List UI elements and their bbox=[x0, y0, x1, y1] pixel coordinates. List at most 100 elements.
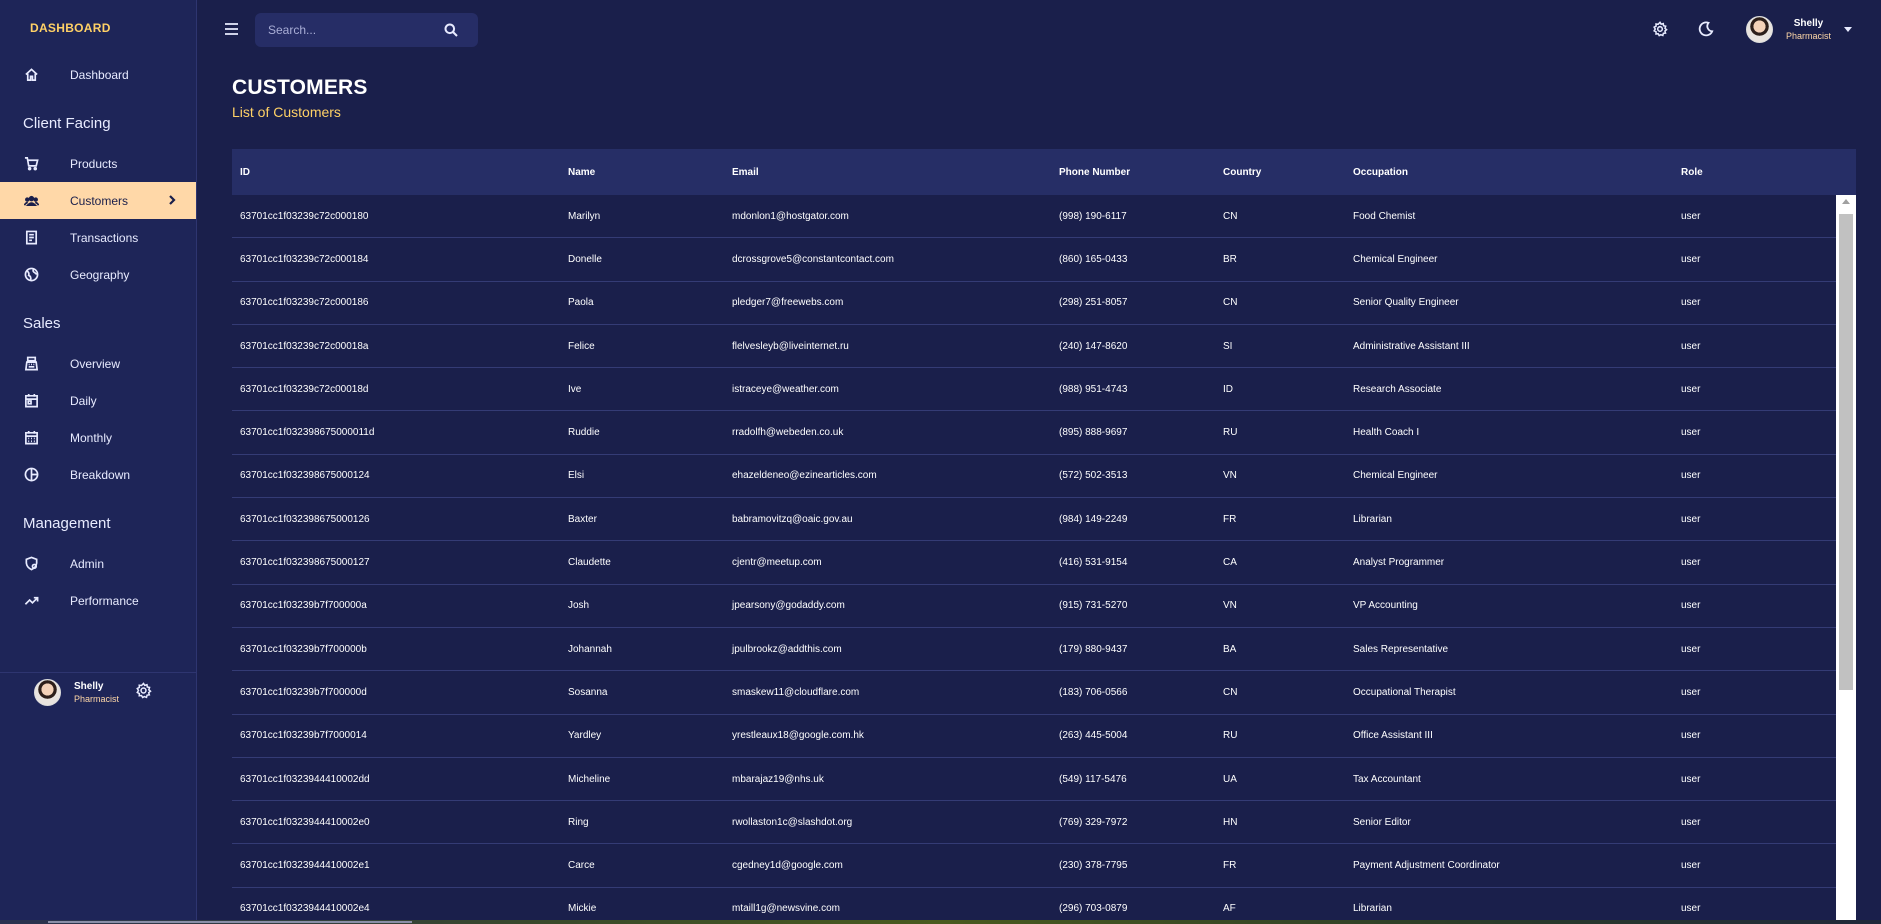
cell-occupation: Senior Editor bbox=[1353, 816, 1411, 828]
sidebar-item-products[interactable]: Products bbox=[0, 145, 196, 182]
cell-name: Donelle bbox=[568, 253, 602, 265]
cell-country: AF bbox=[1223, 903, 1236, 915]
sidebar-item-label: Daily bbox=[70, 393, 97, 408]
section-title-client-facing: Client Facing bbox=[23, 114, 111, 132]
brand-title: DASHBOARD bbox=[30, 21, 111, 35]
table-row[interactable]: 63701cc1f03239b7f700000b Johannah jpulbroo… bbox=[232, 628, 1836, 672]
cell-name: Paola bbox=[568, 297, 594, 309]
table-row[interactable]: 63701cc1f03239c72c00018d Ive istraceye@wea… bbox=[232, 368, 1836, 412]
sidebar-item-overview[interactable]: Overview bbox=[0, 345, 196, 382]
cell-email: jpearsony@godaddy.com bbox=[732, 600, 845, 612]
cell-id: 63701cc1f03239c72c000184 bbox=[240, 253, 369, 265]
calendar-month-icon bbox=[23, 430, 39, 446]
cell-occupation: Food Chemist bbox=[1353, 210, 1416, 222]
cell-role: user bbox=[1681, 816, 1701, 828]
cell-role: user bbox=[1681, 643, 1701, 655]
column-header-phone[interactable]: Phone Number bbox=[1051, 167, 1215, 178]
cell-role: user bbox=[1681, 730, 1701, 742]
table-row[interactable]: 63701cc1f032398675000124 Elsi ehazeldeneo@… bbox=[232, 455, 1836, 499]
cell-country: CN bbox=[1223, 686, 1238, 698]
cell-id: 63701cc1f03239c72c000186 bbox=[240, 297, 369, 309]
table-row[interactable]: 63701cc1f0323944410002dd Micheline mbaraja… bbox=[232, 758, 1836, 802]
search-bar bbox=[255, 13, 478, 47]
cell-role: user bbox=[1681, 253, 1701, 265]
sidebar-item-monthly[interactable]: Monthly bbox=[0, 419, 196, 456]
cell-id: 63701cc1f03239c72c00018a bbox=[240, 340, 369, 352]
sidebar-item-breakdown[interactable]: Breakdown bbox=[0, 456, 196, 493]
scrollbar-thumb[interactable] bbox=[1839, 214, 1853, 690]
cell-email: babramovitzq@oaic.gov.au bbox=[732, 513, 853, 525]
table-row[interactable]: 63701cc1f032398675000011d Ruddie rradolfh@… bbox=[232, 411, 1836, 455]
column-header-id[interactable]: ID bbox=[232, 167, 560, 178]
column-header-country[interactable]: Country bbox=[1215, 167, 1345, 178]
table-row[interactable]: 63701cc1f03239c72c000186 Paola pledger7@fr… bbox=[232, 282, 1836, 325]
cell-name: Micheline bbox=[568, 773, 611, 785]
scroll-up-arrow-icon[interactable] bbox=[1842, 199, 1850, 204]
search-icon[interactable] bbox=[444, 23, 458, 42]
column-header-role[interactable]: Role bbox=[1673, 167, 1836, 178]
cell-name: Ive bbox=[568, 383, 582, 395]
cell-email: pledger7@freewebs.com bbox=[732, 297, 844, 309]
cell-name: Johannah bbox=[568, 643, 612, 655]
table-row[interactable]: 63701cc1f0323944410002e4 Mickie mtaill1g@n… bbox=[232, 888, 1836, 924]
table-row[interactable]: 63701cc1f03239c72c000180 Marilyn mdonlon1@… bbox=[232, 195, 1836, 239]
cell-country: VN bbox=[1223, 470, 1237, 482]
sidebar-item-performance[interactable]: Performance bbox=[0, 582, 196, 619]
table-row[interactable]: 63701cc1f032398675000126 Baxter babramovit… bbox=[232, 498, 1836, 542]
sidebar-user-profile[interactable]: Shelly Pharmacist bbox=[0, 672, 197, 712]
table-row[interactable]: 63701cc1f03239b7f7000014 Yardley yrestleau… bbox=[232, 715, 1836, 758]
table-row[interactable]: 63701cc1f0323944410002e1 Carce cgedney1d@g… bbox=[232, 844, 1836, 888]
search-input[interactable] bbox=[268, 23, 438, 37]
cell-role: user bbox=[1681, 600, 1701, 612]
table-row[interactable]: 63701cc1f03239b7f700000a Josh jpearsony@go… bbox=[232, 585, 1836, 628]
cell-role: user bbox=[1681, 557, 1701, 569]
horizontal-scrollbar[interactable] bbox=[48, 921, 412, 923]
sidebar-item-transactions[interactable]: Transactions bbox=[0, 219, 196, 256]
column-header-name[interactable]: Name bbox=[560, 167, 724, 178]
table-row[interactable]: 63701cc1f03239c72c000184 Donelle dcrossgro… bbox=[232, 238, 1836, 282]
cell-country: FR bbox=[1223, 513, 1237, 525]
table-row[interactable]: 63701cc1f032398675000127 Claudette cjentr@… bbox=[232, 541, 1836, 585]
settings-icon[interactable] bbox=[1652, 21, 1668, 42]
top-user-menu[interactable]: Shelly Pharmacist bbox=[1746, 16, 1853, 43]
column-header-occupation[interactable]: Occupation bbox=[1345, 167, 1673, 178]
sidebar-item-dashboard[interactable]: Dashboard bbox=[0, 56, 196, 93]
cell-occupation: Chemical Engineer bbox=[1353, 253, 1438, 265]
column-header-email[interactable]: Email bbox=[724, 167, 1051, 178]
sidebar-user-info: Shelly Pharmacist bbox=[74, 681, 119, 705]
cell-country: UA bbox=[1223, 773, 1237, 785]
sidebar-item-label: Products bbox=[70, 156, 118, 171]
vertical-scrollbar[interactable] bbox=[1836, 195, 1856, 924]
table-row[interactable]: 63701cc1f03239b7f700000d Sosanna smaskew11… bbox=[232, 671, 1836, 715]
cell-id: 63701cc1f0323944410002e4 bbox=[240, 903, 370, 915]
cell-phone: (179) 880-9437 bbox=[1059, 643, 1128, 655]
cell-name: Yardley bbox=[568, 730, 602, 742]
cell-email: yrestleaux18@google.com.hk bbox=[732, 730, 864, 742]
sidebar-item-daily[interactable]: Daily bbox=[0, 382, 196, 419]
cell-id: 63701cc1f0323944410002e0 bbox=[240, 816, 370, 828]
caret-down-icon bbox=[1844, 27, 1853, 32]
table-row[interactable]: 63701cc1f03239c72c00018a Felice flelvesley… bbox=[232, 325, 1836, 369]
table-row[interactable]: 63701cc1f0323944410002e0 Ring rwollaston1c… bbox=[232, 801, 1836, 845]
cell-id: 63701cc1f03239c72c000180 bbox=[240, 210, 369, 222]
sidebar-item-customers[interactable]: Customers bbox=[0, 182, 196, 219]
menu-icon[interactable] bbox=[224, 22, 239, 41]
cell-phone: (416) 531-9154 bbox=[1059, 557, 1128, 569]
cell-phone: (984) 149-2249 bbox=[1059, 513, 1128, 525]
sidebar-item-admin[interactable]: Admin bbox=[0, 545, 196, 582]
sidebar-item-geography[interactable]: Geography bbox=[0, 256, 196, 293]
settings-gear-icon[interactable] bbox=[135, 681, 152, 704]
cell-phone: (240) 147-8620 bbox=[1059, 340, 1128, 352]
cell-country: VN bbox=[1223, 600, 1237, 612]
cell-phone: (769) 329-7972 bbox=[1059, 816, 1128, 828]
cell-id: 63701cc1f0323944410002dd bbox=[240, 773, 370, 785]
cell-country: RU bbox=[1223, 427, 1238, 439]
cell-role: user bbox=[1681, 427, 1701, 439]
cell-role: user bbox=[1681, 383, 1701, 395]
cell-phone: (572) 502-3513 bbox=[1059, 470, 1128, 482]
dark-mode-icon[interactable] bbox=[1698, 21, 1714, 42]
chevron-right-icon bbox=[166, 194, 178, 209]
cell-occupation: Research Associate bbox=[1353, 383, 1442, 395]
cell-occupation: Sales Representative bbox=[1353, 643, 1449, 655]
cell-id: 63701cc1f032398675000127 bbox=[240, 557, 370, 569]
